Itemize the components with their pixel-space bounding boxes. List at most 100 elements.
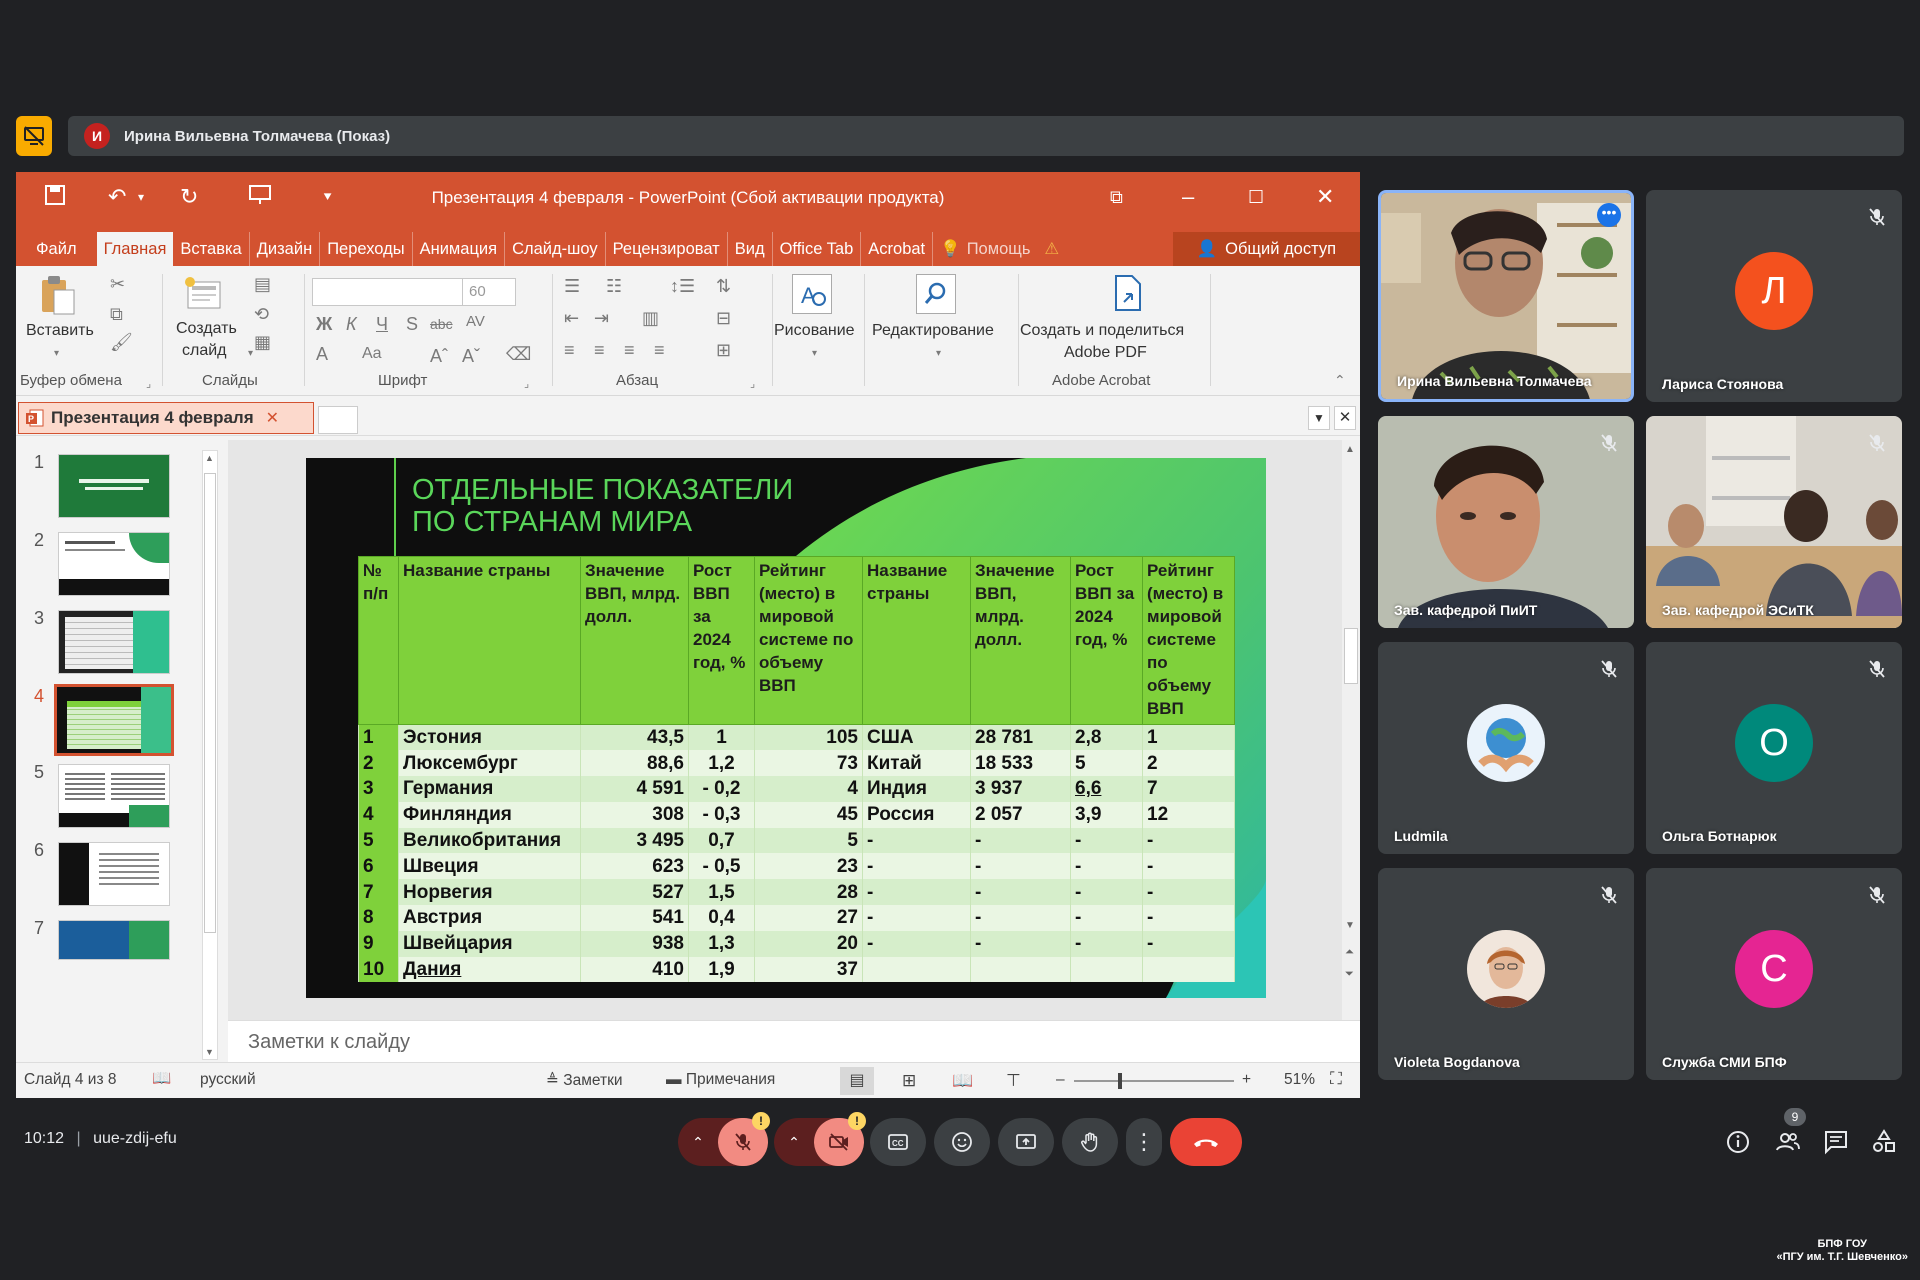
ribbon-display-icon[interactable]: ⧉ [1110,184,1123,210]
italic-icon[interactable]: К [346,314,357,334]
thumbnails-scrollbar[interactable]: ▲ ▼ [202,450,218,1060]
zoom-slider-thumb[interactable] [1118,1073,1122,1089]
change-case-icon[interactable]: Aa [362,344,382,364]
slide-sorter-icon[interactable]: ⊞ [902,1071,916,1091]
activities-icon[interactable] [1870,1128,1898,1156]
camera-options-chevron-icon[interactable]: ⌃ [774,1134,814,1151]
numbering-icon[interactable]: ☷ [606,276,622,296]
font-name-input[interactable] [312,278,480,306]
font-color-icon[interactable]: A [316,344,328,364]
participant-tile[interactable]: Зав. кафедрой ПиИТ [1378,416,1634,628]
font-launcher-icon[interactable]: ⌟ [524,374,529,394]
slideshow-view-icon[interactable]: ⊤ [1006,1071,1021,1091]
reading-view-icon[interactable]: 📖 [952,1071,973,1091]
clear-formatting-icon[interactable]: ⌫ [506,344,531,364]
presentation-icon[interactable] [16,116,52,156]
participant-tile[interactable]: Л Лариса Стоянова [1646,190,1902,402]
tab-design[interactable]: Дизайн [250,232,321,266]
more-options-icon[interactable]: ••• [1597,203,1621,227]
paste-button[interactable]: Вставить [26,320,94,342]
slide-thumbnail-3[interactable] [58,610,170,674]
slide-thumbnail-2[interactable] [58,532,170,596]
tab-transitions[interactable]: Переходы [320,232,413,266]
tab-list-dropdown-icon[interactable]: ▼ [1308,406,1330,430]
reactions-button[interactable] [934,1118,990,1166]
paste-icon[interactable] [38,274,78,318]
paste-dropdown-icon[interactable]: ▾ [54,344,59,364]
increase-indent-icon[interactable]: ⇥ [594,308,609,328]
zoom-out-icon[interactable]: – [1056,1071,1065,1089]
slide-title[interactable]: ОТДЕЛЬНЫЕ ПОКАЗАТЕЛИ ПО СТРАНАМ МИРА [412,474,972,538]
create-pdf-icon[interactable] [1108,272,1148,316]
smartart-icon[interactable]: ⊞ [716,340,731,360]
new-tab-button[interactable] [318,406,358,434]
drawing-icon[interactable]: A [792,274,832,314]
strikethrough-icon[interactable]: abc [430,314,453,334]
notes-toggle[interactable]: ≜ Заметки [546,1071,623,1090]
section-icon[interactable]: ▦ [254,332,271,352]
participant-tile[interactable]: О Ольга Ботнарюк [1646,642,1902,854]
close-tab-icon[interactable]: ✕ [266,408,279,428]
collapse-ribbon-icon[interactable]: ⌃ [1334,370,1346,390]
leave-call-button[interactable] [1170,1118,1242,1166]
tab-acrobat[interactable]: Acrobat [861,232,934,266]
raise-hand-button[interactable] [1062,1118,1118,1166]
align-center-icon[interactable]: ≡ [594,340,605,360]
copy-icon[interactable]: ⧉ [110,304,123,324]
slide-thumbnail-6[interactable] [58,842,170,906]
text-direction-icon[interactable]: ⇅ [716,276,731,296]
participant-tile[interactable]: Зав. кафедрой ЭСиТК [1646,416,1902,628]
scroll-up-icon[interactable]: ▲ [1345,444,1355,455]
search-icon[interactable] [916,274,956,314]
tab-help[interactable]: 💡 Помощь ⚠ [933,232,1066,266]
tab-animations[interactable]: Анимация [413,232,506,266]
create-pdf-label-2[interactable]: Adobe PDF [1064,342,1147,364]
new-slide-dropdown-icon[interactable]: ▾ [248,344,253,364]
bullets-icon[interactable]: ☰ [564,276,580,296]
slide-thumbnail-1[interactable] [58,454,170,518]
tab-slideshow[interactable]: Слайд-шоу [505,232,606,266]
paragraph-launcher-icon[interactable]: ⌟ [750,374,755,394]
captions-button[interactable]: CC [870,1118,926,1166]
underline-icon[interactable]: Ч [376,314,388,334]
close-icon[interactable]: ✕ [1316,184,1334,210]
next-slide-icon[interactable]: ⏷ [1345,968,1354,981]
reset-icon[interactable]: ⟲ [254,304,269,324]
cut-icon[interactable]: ✂ [110,274,125,294]
more-options-button[interactable]: ⋮ [1126,1118,1162,1166]
tab-home[interactable]: Главная [96,232,174,266]
scroll-up-icon[interactable]: ▲ [205,453,214,463]
slide-thumbnail-4[interactable] [54,684,174,756]
tab-file[interactable]: Файл [16,232,97,266]
close-document-icon[interactable]: ✕ [1334,406,1356,430]
align-left-icon[interactable]: ≡ [564,340,575,360]
participant-tile[interactable]: Violeta Bogdanova [1378,868,1634,1080]
zoom-level[interactable]: 51% [1284,1071,1315,1089]
participant-tile[interactable]: ••• Ирина Вильевна Толмачева [1378,190,1634,402]
new-slide-label-2[interactable]: слайд [182,340,227,362]
line-spacing-icon[interactable]: ↕☰ [670,276,695,296]
mic-options-chevron-icon[interactable]: ⌃ [678,1134,718,1151]
previous-slide-icon[interactable]: ⏶ [1345,946,1354,959]
columns-icon[interactable]: ▥ [642,308,659,328]
normal-view-icon[interactable]: ▤ [840,1067,874,1095]
font-size-input[interactable]: 60 [462,278,516,306]
tab-view[interactable]: Вид [728,232,773,266]
clipboard-launcher-icon[interactable]: ⌟ [146,374,151,394]
editing-dropdown-icon[interactable]: ▾ [936,344,941,364]
align-right-icon[interactable]: ≡ [624,340,635,360]
slide-thumbnail-5[interactable] [58,764,170,828]
drawing-button[interactable]: Рисование [774,320,855,342]
drawing-dropdown-icon[interactable]: ▾ [812,344,817,364]
chat-icon[interactable] [1822,1128,1850,1156]
format-painter-icon[interactable]: 🖌 [110,332,133,352]
increase-font-icon[interactable]: Aˆ [430,346,448,366]
slide-thumbnail-7[interactable] [58,920,170,960]
justify-icon[interactable]: ≡ [654,340,665,360]
tab-review[interactable]: Рецензироват [606,232,728,266]
new-slide-icon[interactable] [184,276,224,314]
bold-icon[interactable]: Ж [316,314,332,334]
editing-button[interactable]: Редактирование [872,320,994,342]
zoom-slider[interactable] [1074,1073,1234,1089]
slide-scrollbar[interactable]: ▲ ▼ ⏶ ⏷ [1342,440,1360,1020]
